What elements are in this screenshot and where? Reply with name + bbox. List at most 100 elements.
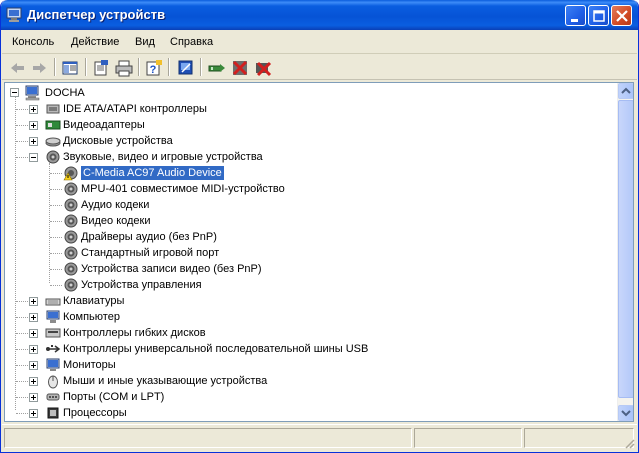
tree-device-node[interactable]: Устройства записи видео (без PnP) [5,261,605,277]
title-bar[interactable]: Диспетчер устройств [1,0,638,30]
tree-connector [16,413,30,414]
tree-category-node[interactable]: Процессоры [5,405,605,421]
toolbar-separator [168,58,170,76]
tree-device-node[interactable]: MPU-401 совместимое MIDI-устройство [5,181,605,197]
maximize-icon [593,10,605,22]
tree-category-label: Компьютер [63,311,120,323]
tree-connector [16,125,30,126]
help-icon[interactable]: ? [144,58,164,78]
expand-toggle[interactable] [29,409,38,418]
tree-category-node[interactable]: Мыши и иные указывающие устройства [5,373,605,389]
tree-connector [50,269,62,270]
forward-icon[interactable] [29,58,49,78]
maximize-button[interactable] [588,5,609,26]
expand-toggle[interactable] [29,297,38,306]
tree-category-node[interactable]: Компьютер [5,309,605,325]
tree-device-label: C-Media AC97 Audio Device [81,166,224,180]
tree-category-node[interactable]: Порты (COM и LPT) [5,389,605,405]
tree-connector [50,205,62,206]
expand-toggle[interactable] [29,137,38,146]
sound-device-icon [64,262,78,276]
update-driver-icon[interactable] [207,58,227,78]
mouse-icon [48,375,58,389]
status-panel [414,428,522,448]
tree-connector [16,157,30,158]
minimize-button[interactable] [565,5,586,26]
tree-category-label: Звуковые, видео и игровые устройства [63,151,263,163]
scan-hardware-icon[interactable] [176,58,196,78]
vertical-scrollbar[interactable] [617,83,633,421]
tree-category-node[interactable]: IDE ATA/ATAPI контроллеры [5,101,605,117]
tree-category-node[interactable]: Контроллеры гибких дисков [5,325,605,341]
status-panel [524,428,634,448]
tree-device-label: MPU-401 совместимое MIDI-устройство [81,183,285,195]
tree-connector [16,333,30,334]
tree-connector [16,381,30,382]
tree-category-node[interactable]: Клавиатуры [5,293,605,309]
tree-category-node[interactable]: Видеоадаптеры [5,117,605,133]
tree-category-label: Клавиатуры [63,295,125,307]
svg-text:?: ? [150,64,157,76]
expand-toggle[interactable] [29,121,38,130]
floppy-controller-icon [45,328,61,338]
scroll-down-button[interactable] [618,405,633,421]
tree-root-node[interactable]: DOCHA [5,85,115,101]
tree-device-node[interactable]: Аудио кодеки [5,197,605,213]
collapse-toggle[interactable] [29,153,38,162]
device-manager-window: Диспетчер устройств Консоль Действие Вид… [0,0,639,453]
expand-toggle[interactable] [29,377,38,386]
tree-device-label: Устройства записи видео (без PnP) [81,263,262,275]
disable-device-icon[interactable] [230,58,250,78]
window-title: Диспетчер устройств [27,7,166,22]
tree-category-node[interactable]: Дисковые устройства [5,133,605,149]
menu-help[interactable]: Справка [170,36,213,48]
sound-device-icon [64,230,78,244]
uninstall-device-icon[interactable] [253,58,273,78]
sound-device-icon [64,278,78,292]
expand-toggle[interactable] [29,361,38,370]
menu-console[interactable]: Консоль [12,36,54,48]
print-icon[interactable] [114,58,134,78]
tree-connector [50,237,62,238]
chevron-up-icon [621,87,631,94]
menu-view[interactable]: Вид [135,36,155,48]
ide-controller-icon [46,104,60,114]
tree-category-node[interactable]: Мониторы [5,357,605,373]
show-hide-tree-icon[interactable] [60,58,80,78]
resize-grip-icon[interactable] [623,437,635,449]
scroll-up-button[interactable] [618,83,633,99]
sound-device-icon [64,198,78,212]
monitor-icon [46,358,60,371]
tree-device-node[interactable]: Видео кодеки [5,213,605,229]
tree-connector [50,173,62,174]
expand-toggle[interactable] [29,313,38,322]
toolbar-separator [138,58,140,76]
tree-connector [16,349,30,350]
tree-device-node[interactable]: Устройства управления [5,277,605,293]
properties-icon[interactable] [91,58,111,78]
tree-device-label: Драйверы аудио (без PnP) [81,231,217,243]
expand-toggle[interactable] [29,393,38,402]
expand-toggle[interactable] [29,105,38,114]
tree-connector [16,301,30,302]
back-icon[interactable] [8,58,28,78]
disk-drive-icon [45,137,61,147]
close-button[interactable] [611,5,632,26]
expand-toggle[interactable] [29,329,38,338]
sound-device-icon [64,246,78,260]
tree-device-node[interactable]: Стандартный игровой порт [5,245,605,261]
usb-icon [46,345,61,353]
scroll-thumb[interactable] [618,100,633,398]
status-bar [2,424,637,451]
sound-device-icon [64,182,78,196]
tree-category-node[interactable]: Звуковые, видео и игровые устройства [5,149,605,165]
collapse-toggle[interactable] [10,88,19,97]
tree-device-node[interactable]: C-Media AC97 Audio Device [5,165,605,181]
tree-category-label: Мониторы [63,359,116,371]
tree-category-node[interactable]: Контроллеры универсальной последовательн… [5,341,605,357]
expand-toggle[interactable] [29,345,38,354]
menu-action[interactable]: Действие [71,36,119,48]
tree-device-node[interactable]: Драйверы аудио (без PnP) [5,229,605,245]
tree-category-label: Процессоры [63,407,127,419]
device-tree[interactable]: DOCHA IDE ATA/ATAPI контроллеры Видеоадап… [4,82,634,422]
